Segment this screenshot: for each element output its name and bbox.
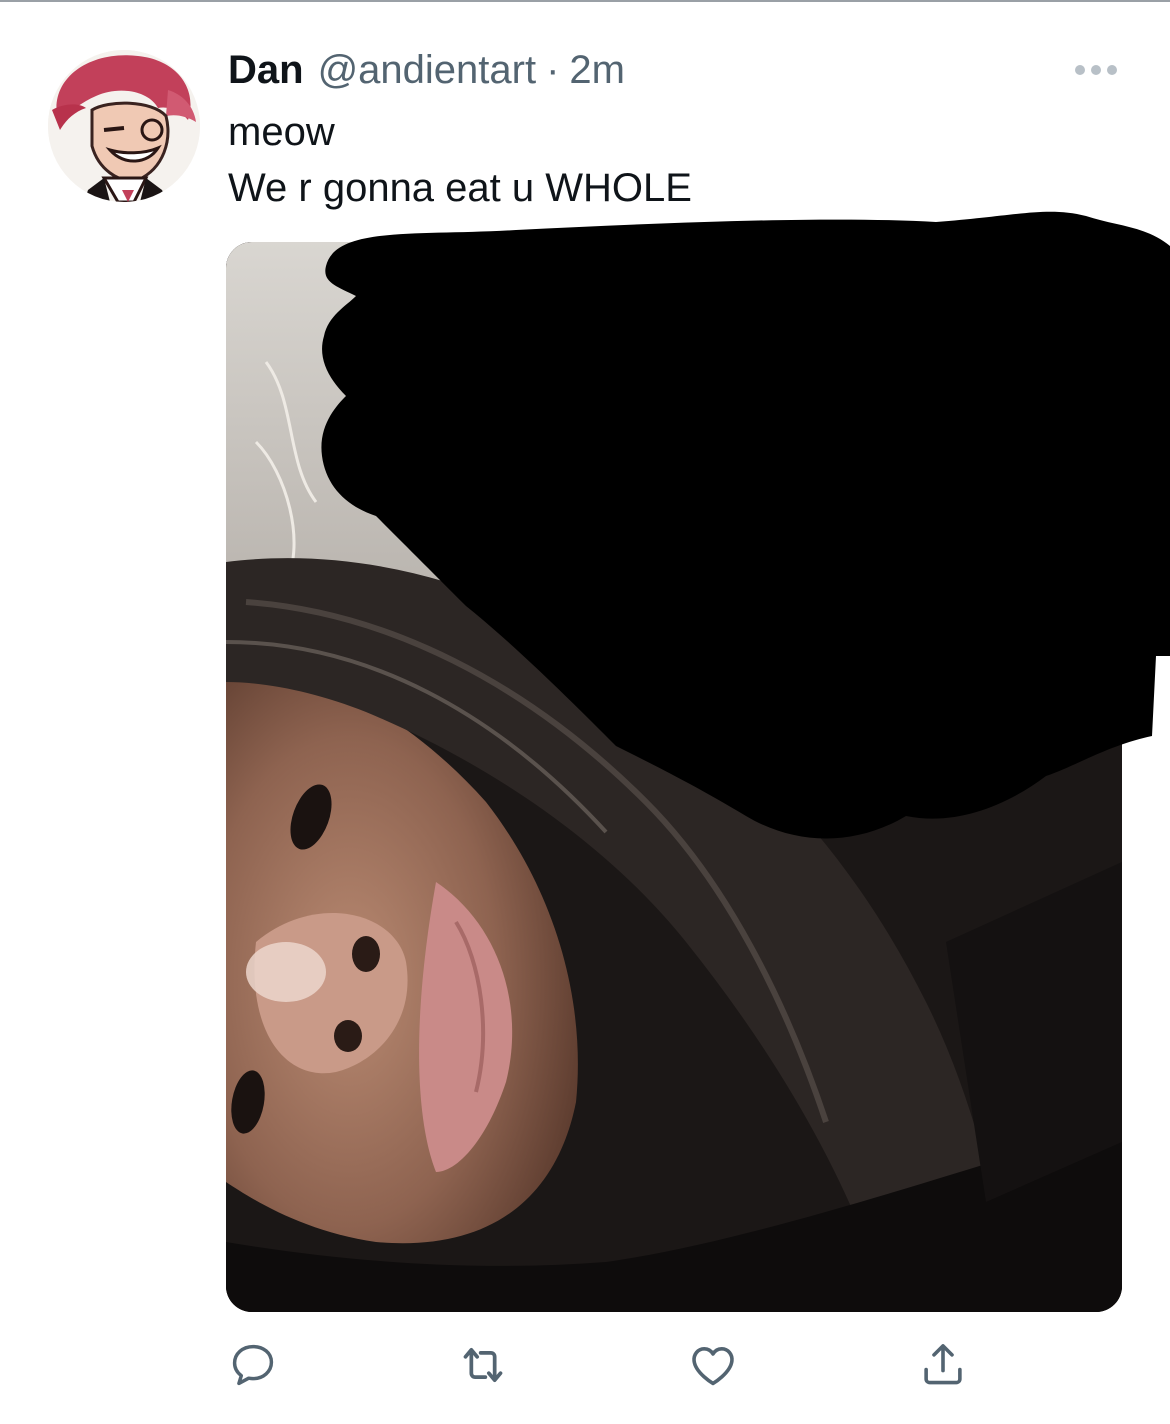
more-horizontal-icon (1075, 65, 1085, 75)
photo-content (226, 242, 1122, 1312)
header-separator: · (546, 48, 560, 92)
tweet-text-line: We r gonna eat u WHOLE (228, 166, 692, 210)
retweet-icon (463, 1347, 503, 1383)
tweet-header: Dan @andientart · 2m (228, 48, 625, 96)
tweet-text-line: meow (228, 110, 335, 154)
reply-icon (232, 1344, 274, 1386)
like-button[interactable] (678, 1330, 748, 1400)
more-options-button[interactable] (1066, 52, 1126, 88)
avatar-illustration (48, 50, 200, 202)
user-handle[interactable]: @andientart (318, 48, 537, 93)
share-icon (924, 1344, 962, 1385)
reply-button[interactable] (218, 1330, 288, 1400)
tweet-photo[interactable] (226, 242, 1122, 1312)
top-divider (0, 0, 1170, 2)
like-icon (692, 1347, 734, 1386)
share-button[interactable] (908, 1330, 978, 1400)
display-name[interactable]: Dan (228, 48, 304, 93)
tweet-actions (0, 1330, 1170, 1400)
avatar[interactable] (48, 50, 200, 202)
retweet-button[interactable] (448, 1330, 518, 1400)
timestamp[interactable]: 2m (569, 48, 625, 93)
